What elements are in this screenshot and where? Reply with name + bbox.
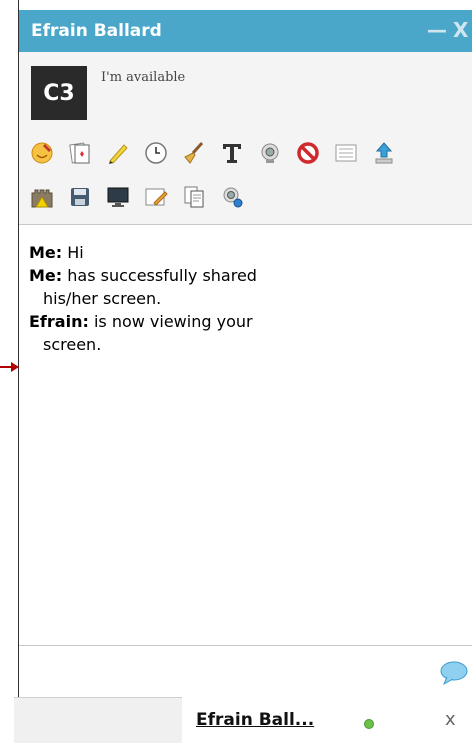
- taskbar: Efrain Ball... x: [0, 697, 472, 743]
- message-input-area: [19, 645, 472, 697]
- title-bar[interactable]: Efrain Ballard — X: [19, 0, 472, 52]
- chat-message: Me: has successfully shared his/her scre…: [29, 264, 463, 310]
- avatar: C3: [31, 66, 87, 120]
- list-icon[interactable]: [333, 140, 359, 166]
- online-status-icon: [364, 719, 374, 729]
- speech-bubble-icon[interactable]: [439, 660, 469, 686]
- toolbar-row-2: [29, 184, 469, 210]
- documents-icon[interactable]: [181, 184, 207, 210]
- message-list: Me: Hi Me: has successfully shared his/h…: [19, 225, 472, 645]
- message-sender: Efrain:: [29, 312, 89, 331]
- taskbar-tab-empty[interactable]: [14, 697, 182, 743]
- pencil-icon[interactable]: [105, 140, 131, 166]
- contact-header: C3 I'm available: [19, 52, 472, 225]
- clock-icon[interactable]: [143, 140, 169, 166]
- emoticon-icon[interactable]: [29, 140, 55, 166]
- message-text: is now viewing your: [93, 312, 253, 331]
- card-icon[interactable]: [67, 140, 93, 166]
- close-button[interactable]: X: [453, 18, 468, 42]
- toolbar-row-1: [29, 140, 469, 166]
- webcam-icon[interactable]: [257, 140, 283, 166]
- window-title: Efrain Ballard: [31, 21, 162, 41]
- message-sender: Me:: [29, 266, 63, 285]
- message-text-continued: screen.: [43, 335, 102, 354]
- chat-message: Efrain: is now viewing your screen.: [29, 310, 463, 356]
- minimize-button[interactable]: —: [427, 18, 447, 42]
- webcam-view-icon[interactable]: [219, 184, 245, 210]
- message-sender: Me:: [29, 243, 63, 262]
- broom-icon[interactable]: [181, 140, 207, 166]
- message-input[interactable]: [27, 654, 431, 690]
- text-format-icon[interactable]: [219, 140, 245, 166]
- castle-warning-icon[interactable]: [29, 184, 55, 210]
- chat-window: Efrain Ballard — X C3 I'm available Me: …: [18, 0, 472, 697]
- whiteboard-icon[interactable]: [143, 184, 169, 210]
- screen-share-icon[interactable]: [105, 184, 131, 210]
- message-text: has successfully shared: [67, 266, 257, 285]
- taskbar-close-button[interactable]: x: [445, 709, 456, 730]
- taskbar-chat-tab[interactable]: Efrain Ball...: [196, 710, 314, 730]
- message-text: Hi: [67, 243, 84, 262]
- save-icon[interactable]: [67, 184, 93, 210]
- upload-icon[interactable]: [371, 140, 397, 166]
- block-icon[interactable]: [295, 140, 321, 166]
- message-text-continued: his/her screen.: [43, 289, 162, 308]
- arrow-pointer-icon: [0, 362, 19, 372]
- status-text: I'm available: [101, 70, 186, 85]
- chat-message: Me: Hi: [29, 241, 463, 264]
